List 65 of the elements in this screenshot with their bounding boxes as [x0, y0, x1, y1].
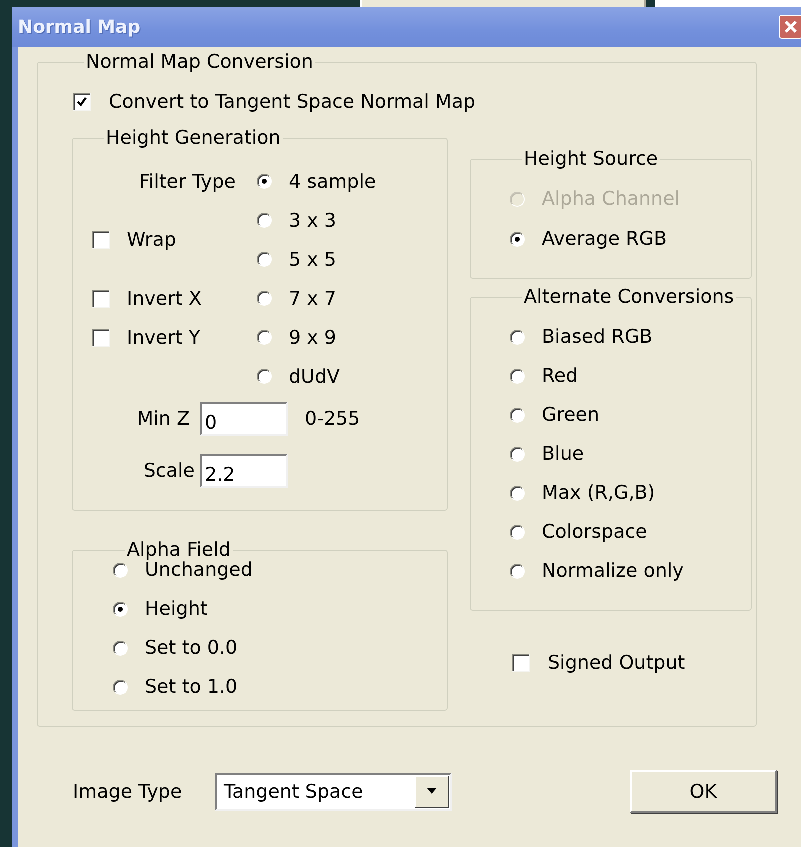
range-hint: 0-255: [305, 408, 360, 430]
radio-button[interactable]: [510, 446, 525, 462]
radio-button[interactable]: [510, 368, 525, 384]
radio-label: Set to 0.0: [145, 637, 238, 659]
radio-label: Alpha Channel: [542, 188, 680, 210]
dropdown[interactable]: Tangent Space: [215, 772, 452, 810]
radio-label: Red: [542, 365, 578, 387]
text-field[interactable]: 2.2: [200, 454, 288, 488]
window-title: Normal Map: [18, 16, 141, 38]
text-field[interactable]: 0: [200, 402, 288, 436]
checkbox-label: Signed Output: [548, 652, 686, 674]
radio-button[interactable]: [113, 562, 128, 578]
radio-label: 9 x 9: [289, 326, 336, 348]
radio-button[interactable]: [113, 640, 128, 656]
radio-label: Normalize only: [542, 560, 684, 582]
group-title: Alpha Field: [126, 540, 232, 560]
radio-label: Max (R,G,B): [542, 482, 656, 504]
radio-label: Set to 1.0: [145, 676, 238, 698]
radio-button[interactable]: [510, 330, 525, 344]
ok-button[interactable]: OK: [630, 770, 777, 813]
close-icon: [784, 20, 798, 34]
radio-label: Colorspace: [542, 521, 648, 543]
radio-button[interactable]: [257, 252, 272, 267]
radio-label: 3 x 3: [289, 210, 336, 232]
checkbox[interactable]: [92, 231, 110, 249]
radio-label: Height: [145, 598, 208, 620]
radio-label: Unchanged: [145, 559, 253, 581]
radio-label: 5 x 5: [289, 248, 336, 270]
radio-label: Blue: [542, 443, 584, 465]
group-title: Height Source: [523, 149, 660, 169]
radio-label: Green: [542, 404, 600, 426]
checkbox-label: Invert Y: [127, 326, 200, 348]
checkbox[interactable]: [512, 654, 530, 672]
radio-button[interactable]: [510, 408, 525, 422]
radio-button[interactable]: [257, 369, 272, 384]
check-icon: [76, 96, 88, 108]
radio-button[interactable]: [257, 174, 272, 189]
group-title: Normal Map Conversion: [85, 52, 314, 72]
radio-button[interactable]: [510, 486, 525, 500]
close-button[interactable]: [779, 15, 801, 39]
radio-label: Average RGB: [542, 228, 668, 250]
radio-label: Biased RGB: [542, 326, 653, 348]
checkbox[interactable]: [73, 93, 91, 111]
group-title: Height Generation: [105, 128, 282, 148]
radio-button[interactable]: [113, 680, 128, 694]
field-label: Scale: [142, 460, 196, 482]
field-label: Image Type: [73, 780, 184, 802]
radio-label: dUdV: [289, 366, 340, 388]
checkbox[interactable]: [92, 290, 110, 308]
radio-label: 7 x 7: [289, 288, 336, 310]
radio-button[interactable]: [257, 330, 272, 345]
radio-button[interactable]: [257, 291, 272, 306]
checkbox[interactable]: [92, 328, 110, 346]
filter-type-label: Filter Type: [138, 170, 237, 192]
group-title: Alternate Conversions: [523, 287, 736, 307]
checkbox-label: Wrap: [127, 229, 176, 251]
radio-button[interactable]: [257, 213, 272, 228]
radio-label: 4 sample: [289, 170, 376, 192]
radio-button[interactable]: [510, 232, 525, 246]
checkbox-label: Invert X: [127, 288, 202, 310]
field-label: Min Z: [136, 408, 191, 430]
checkbox-label: Convert to Tangent Space Normal Map: [109, 91, 476, 113]
radio-button[interactable]: [510, 564, 525, 578]
radio-button[interactable]: [113, 602, 128, 616]
radio-button[interactable]: [510, 524, 525, 540]
